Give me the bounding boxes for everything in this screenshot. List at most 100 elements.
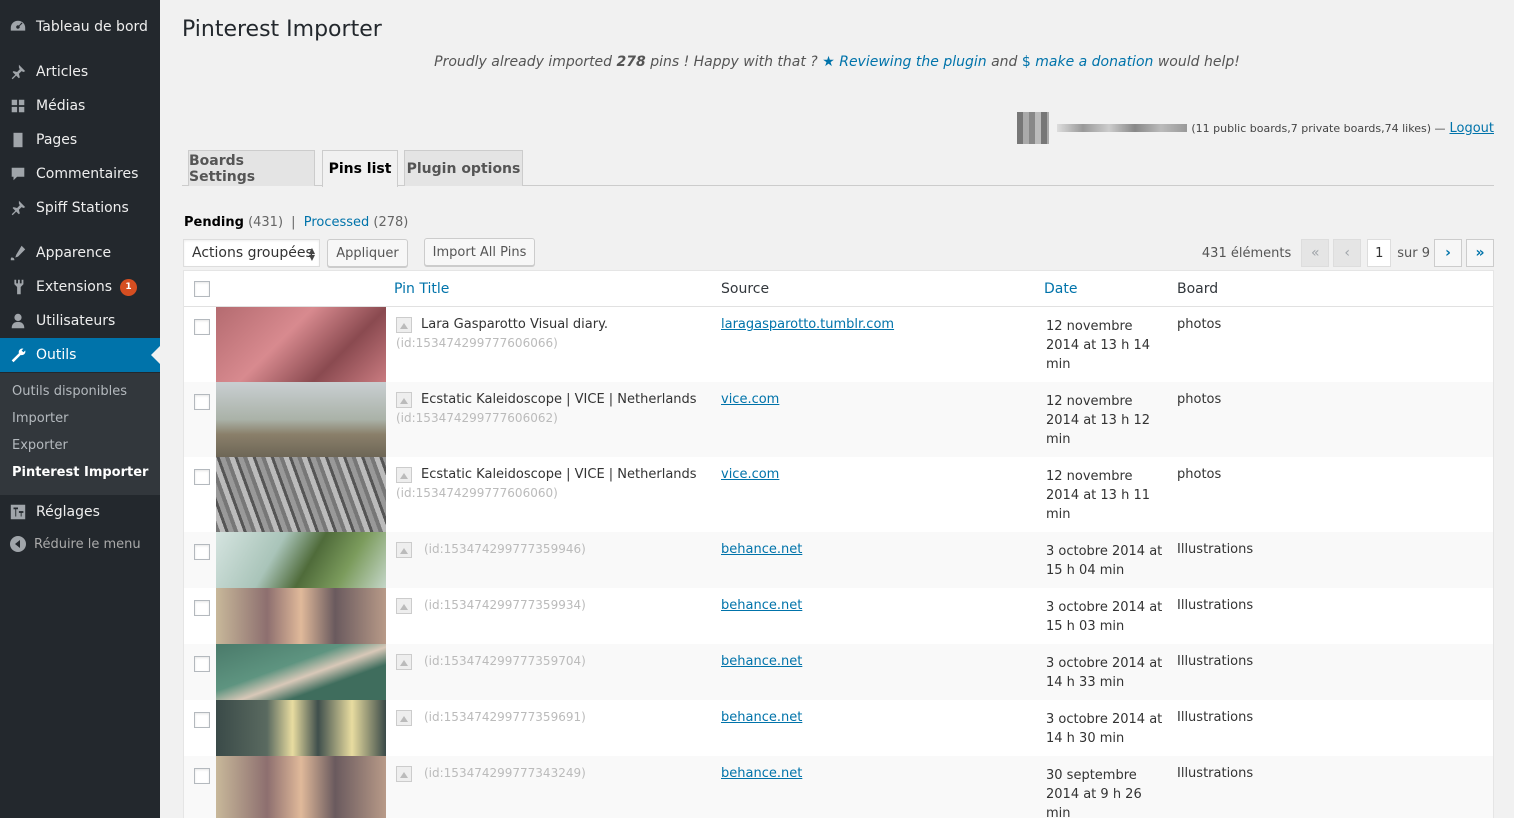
pin-source-link[interactable]: behance.net xyxy=(721,710,802,725)
image-icon xyxy=(396,710,412,726)
pin-board: Illustrations xyxy=(1177,710,1254,725)
update-count-badge: 1 xyxy=(120,278,138,296)
date-line: min xyxy=(1046,432,1071,447)
menu-item-appearance[interactable]: Apparence xyxy=(0,236,160,270)
logout-link[interactable]: Logout xyxy=(1449,121,1494,136)
prev-page-button[interactable]: ‹ xyxy=(1333,239,1362,267)
menu-item-articles[interactable]: Articles xyxy=(0,55,160,89)
select-all-checkbox[interactable] xyxy=(194,281,210,297)
import-all-pins-button[interactable]: Import All Pins xyxy=(424,238,535,266)
table-row: (id:153474299777359946) behance.net 3 oc… xyxy=(184,532,1493,588)
items-count: 431 éléments xyxy=(1201,245,1292,261)
date-line: 3 octobre 2014 at xyxy=(1046,656,1163,671)
submenu-pinterest-importer[interactable]: Pinterest Importer xyxy=(12,465,148,480)
menu-item-users[interactable]: Utilisateurs xyxy=(0,304,160,338)
pin-board: photos xyxy=(1177,317,1222,332)
row-checkbox[interactable] xyxy=(194,319,210,335)
collapse-menu-button[interactable]: Réduire le menu xyxy=(10,536,141,552)
promo-and: and xyxy=(991,54,1018,70)
pin-source-link[interactable]: behance.net xyxy=(721,766,802,781)
review-plugin-link[interactable]: Reviewing the plugin xyxy=(839,54,986,70)
tab-boards-settings[interactable]: Boards Settings xyxy=(188,150,315,186)
image-icon xyxy=(396,598,412,614)
pin-source-link[interactable]: vice.com xyxy=(721,467,779,482)
image-icon xyxy=(396,766,412,782)
row-checkbox[interactable] xyxy=(194,768,210,784)
nav-tabs: Boards Settings Pins list Plugin options xyxy=(182,150,1494,187)
row-checkbox[interactable] xyxy=(194,469,210,485)
row-checkbox[interactable] xyxy=(194,394,210,410)
submenu-available-tools[interactable]: Outils disponibles xyxy=(12,384,127,399)
pin-source-link[interactable]: behance.net xyxy=(721,542,802,557)
pin-id: (id:153474299777606066) xyxy=(396,336,558,350)
menu-item-tools[interactable]: Outils xyxy=(0,338,160,372)
donation-link[interactable]: $ make a donation xyxy=(1022,54,1154,70)
tools-submenu: Outils disponibles Importer Exporter Pin… xyxy=(0,373,160,495)
menu-item-settings[interactable]: Réglages xyxy=(0,495,160,529)
promo-message: Proudly already imported 278 pins ! Happ… xyxy=(160,54,1514,70)
view-pending[interactable]: Pending xyxy=(184,215,244,230)
tab-plugin-options[interactable]: Plugin options xyxy=(404,150,523,186)
pin-date: 3 octobre 2014 at 14 h 33 min xyxy=(1046,654,1166,692)
pin-title-text: Ecstatic Kaleidoscope | VICE | Netherlan… xyxy=(421,467,697,482)
image-icon xyxy=(396,467,412,483)
pin-thumbnail xyxy=(216,532,386,588)
date-line: 3 octobre 2014 at xyxy=(1046,712,1163,727)
pin-date: 30 septembre 2014 at 9 h 26 min xyxy=(1046,766,1166,818)
pin-thumbnail xyxy=(216,588,386,644)
pinterest-account: (11 public boards,7 private boards,74 li… xyxy=(1017,112,1494,144)
menu-item-spiff-stations[interactable]: Spiff Stations xyxy=(0,191,160,225)
row-checkbox[interactable] xyxy=(194,712,210,728)
image-icon xyxy=(396,317,412,333)
pin-source-link[interactable]: behance.net xyxy=(721,654,802,669)
first-page-button[interactable]: « xyxy=(1301,239,1330,267)
tab-pins-list[interactable]: Pins list xyxy=(322,150,398,187)
last-page-button[interactable]: » xyxy=(1466,239,1494,267)
next-page-button[interactable]: › xyxy=(1434,239,1462,267)
menu-item-comments[interactable]: Commentaires xyxy=(0,157,160,191)
appearance-icon xyxy=(0,244,36,262)
date-line: 12 novembre xyxy=(1046,394,1133,409)
pins-table: Pin Title Source Date Board Lara Gasparo… xyxy=(183,270,1494,818)
menu-item-dashboard[interactable]: Tableau de bord xyxy=(0,10,160,44)
menu-item-pages[interactable]: Pages xyxy=(0,123,160,157)
pin-date: 3 octobre 2014 at 15 h 04 min xyxy=(1046,542,1166,580)
pin-id: (id:153474299777359946) xyxy=(424,542,586,556)
pin-title: Ecstatic Kaleidoscope | VICE | Netherlan… xyxy=(396,392,697,408)
current-page-input[interactable]: 1 xyxy=(1367,239,1392,267)
date-line: 2014 at 13 h 14 xyxy=(1046,338,1150,353)
pin-date: 12 novembre 2014 at 13 h 12 min xyxy=(1046,392,1166,449)
row-checkbox[interactable] xyxy=(194,544,210,560)
date-line: min xyxy=(1046,357,1071,372)
menu-item-medias[interactable]: Médias xyxy=(0,89,160,123)
submenu-import[interactable]: Importer xyxy=(12,411,69,426)
menu-label: Articles xyxy=(36,64,89,80)
bulk-actions-select[interactable]: Actions groupées ▲ ▼ xyxy=(183,239,320,267)
pin-source-link[interactable]: behance.net xyxy=(721,598,802,613)
pin-source-link[interactable]: vice.com xyxy=(721,392,779,407)
row-checkbox[interactable] xyxy=(194,656,210,672)
avatar xyxy=(1017,112,1050,144)
view-processed[interactable]: Processed xyxy=(304,215,370,230)
comments-icon xyxy=(0,165,36,183)
table-row: (id:153474299777359934) behance.net 3 oc… xyxy=(184,588,1493,644)
image-icon xyxy=(396,654,412,670)
date-line: 12 novembre xyxy=(1046,469,1133,484)
pin-date: 12 novembre 2014 at 13 h 11 min xyxy=(1046,467,1166,524)
pin-source-link[interactable]: laragasparotto.tumblr.com xyxy=(721,317,894,332)
table-row: Ecstatic Kaleidoscope | VICE | Netherlan… xyxy=(184,457,1493,532)
row-checkbox[interactable] xyxy=(194,600,210,616)
account-stats: (11 public boards,7 private boards,74 li… xyxy=(1191,121,1446,135)
date-line: 15 h 04 min xyxy=(1046,563,1125,578)
submenu-export[interactable]: Exporter xyxy=(12,438,68,453)
pin-title: Ecstatic Kaleidoscope | VICE | Netherlan… xyxy=(396,467,697,483)
table-header: Pin Title Source Date Board xyxy=(184,271,1493,307)
promo-prefix: Proudly already imported xyxy=(434,54,613,70)
promo-suffix: would help! xyxy=(1157,54,1240,70)
menu-item-extensions[interactable]: Extensions 1 xyxy=(0,270,160,304)
column-pin-title[interactable]: Pin Title xyxy=(394,281,449,297)
pin-board: Illustrations xyxy=(1177,598,1254,613)
apply-button[interactable]: Appliquer xyxy=(327,239,408,267)
column-date[interactable]: Date xyxy=(1044,281,1077,297)
pin-id: (id:153474299777343249) xyxy=(424,766,586,780)
